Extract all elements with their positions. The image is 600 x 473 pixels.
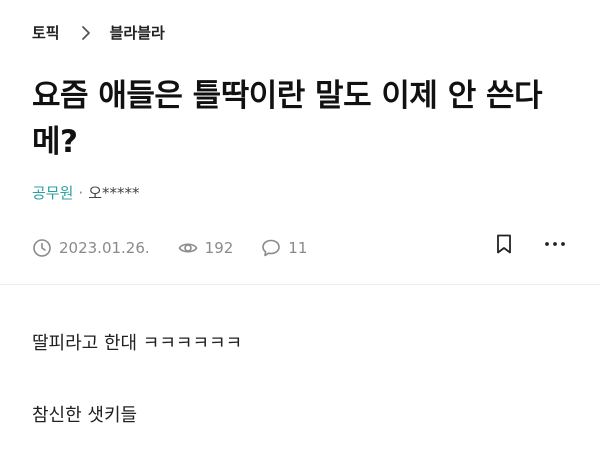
breadcrumb-board-link[interactable]: 블라블라 (110, 22, 165, 43)
post-comments[interactable]: 11 (261, 238, 307, 258)
post-views: 192 (178, 238, 234, 258)
post-comments-count: 11 (288, 239, 308, 257)
chevron-right-icon (76, 23, 96, 43)
breadcrumb-topic-link[interactable]: 토픽 (32, 22, 60, 43)
more-options-button[interactable] (541, 232, 569, 256)
content-divider (0, 284, 600, 285)
post-date-text: 2023.01.26. (59, 239, 150, 257)
more-horizontal-icon (545, 242, 565, 246)
speech-bubble-icon (261, 238, 281, 258)
bookmark-icon (497, 234, 511, 254)
clock-icon (32, 238, 52, 258)
post-title: 요즘 애들은 틀딱이란 말도 이제 안 쓴다메? (32, 78, 543, 160)
author-nickname: 오***** (88, 184, 140, 202)
author-info: 공무원 · 오***** (32, 182, 140, 203)
post-views-count: 192 (204, 239, 234, 257)
post-body-line: 참신한 샛키들 (32, 405, 138, 426)
author-company[interactable]: 공무원 (32, 182, 73, 203)
breadcrumb: 토픽 블라블라 (32, 22, 165, 43)
eye-icon (178, 238, 198, 258)
author-separator: · (78, 183, 84, 202)
post-meta: 2023.01.26. 192 11 (32, 236, 335, 260)
post-date: 2023.01.26. (32, 238, 150, 258)
post-body-line: 딸피라고 한대 ㅋㅋㅋㅋㅋㅋ (32, 333, 243, 354)
bookmark-button[interactable] (492, 232, 516, 256)
